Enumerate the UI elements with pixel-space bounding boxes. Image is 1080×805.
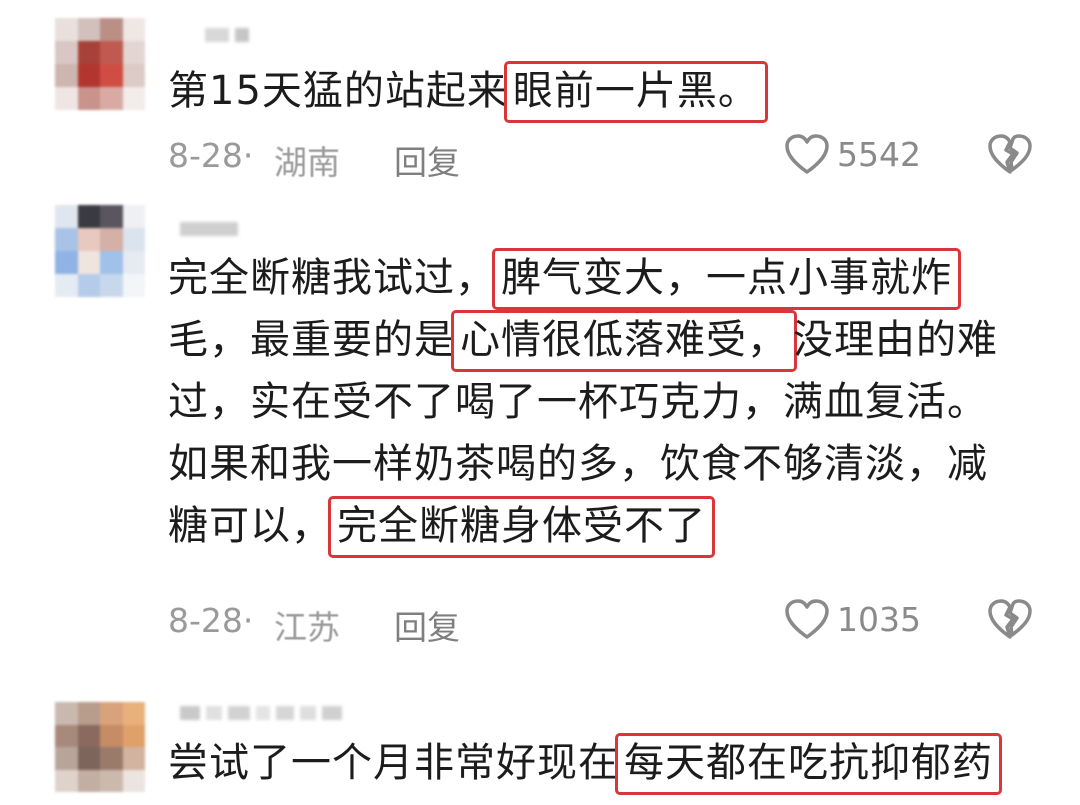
avatar[interactable] [55, 205, 145, 297]
dislike-button[interactable] [986, 132, 1034, 184]
heart-outline-icon [785, 599, 829, 639]
comment-text-plain: 毛，最重要的是 [168, 317, 455, 363]
reply-button[interactable]: 回复 [394, 601, 460, 649]
broken-heart-icon [988, 599, 1032, 639]
comment-line: 毛，最重要的是 心情很低落难受， 没理由的难 [168, 310, 998, 372]
highlight-box: 脾气变大，一点小事就炸 [492, 248, 961, 310]
comment-location: 湖南 [274, 143, 340, 182]
comment-text: 第15天猛的站起来 眼前一片黑。 [168, 60, 1018, 123]
broken-heart-icon [988, 134, 1032, 174]
comment-meta: 8-28· 江苏 回复 1035 [168, 597, 1038, 647]
comment-text-plain: 尝试了一个月非常好现在 [168, 740, 619, 786]
username[interactable] [180, 222, 238, 236]
highlight-box: 每天都在吃抗抑郁药 [615, 733, 1002, 795]
comment-line: 完全断糖我试过， 脾气变大，一点小事就炸 [168, 248, 961, 310]
heart-outline-icon [785, 134, 829, 174]
comment-line: 过，实在受不了喝了一杯巧克力，满血复活。 [168, 379, 988, 425]
comment-text-plain: 第15天猛的站起来 [168, 68, 508, 114]
like-count: 1035 [837, 599, 921, 639]
comment-location: 江苏 [274, 608, 340, 647]
avatar[interactable] [55, 702, 145, 792]
dislike-button[interactable] [986, 597, 1034, 649]
highlight-box: 眼前一片黑。 [503, 61, 768, 123]
like-button[interactable]: 5542 [783, 132, 921, 176]
highlight-box: 完全断糖身体受不了 [328, 496, 715, 558]
comment-date: 8-28· [168, 136, 254, 175]
comment-line: 糖可以， 完全断糖身体受不了 [168, 496, 715, 558]
comment-text: 尝试了一个月非常好现在 每天都在吃抗抑郁药 [168, 732, 1018, 795]
comment-text: 完全断糖我试过， 脾气变大，一点小事就炸 毛，最重要的是 心情很低落难受， 没理由的难… [168, 247, 1018, 558]
comment-text-plain: 没理由的难 [793, 317, 998, 363]
comment-text-plain: 完全断糖我试过， [168, 255, 496, 301]
comment-text-plain: 糖可以， [168, 503, 332, 549]
reply-button[interactable]: 回复 [394, 136, 460, 184]
like-button[interactable]: 1035 [783, 597, 921, 641]
comment-date: 8-28· [168, 601, 254, 640]
username[interactable] [205, 28, 249, 42]
highlight-box: 心情很低落难受， [451, 310, 797, 372]
avatar[interactable] [55, 18, 145, 110]
comment-meta: 8-28· 湖南 回复 5542 [168, 132, 1038, 182]
comment-line: 如果和我一样奶茶喝的多，饮食不够清淡，减 [168, 441, 988, 487]
username[interactable] [180, 706, 342, 720]
like-count: 5542 [837, 134, 921, 174]
